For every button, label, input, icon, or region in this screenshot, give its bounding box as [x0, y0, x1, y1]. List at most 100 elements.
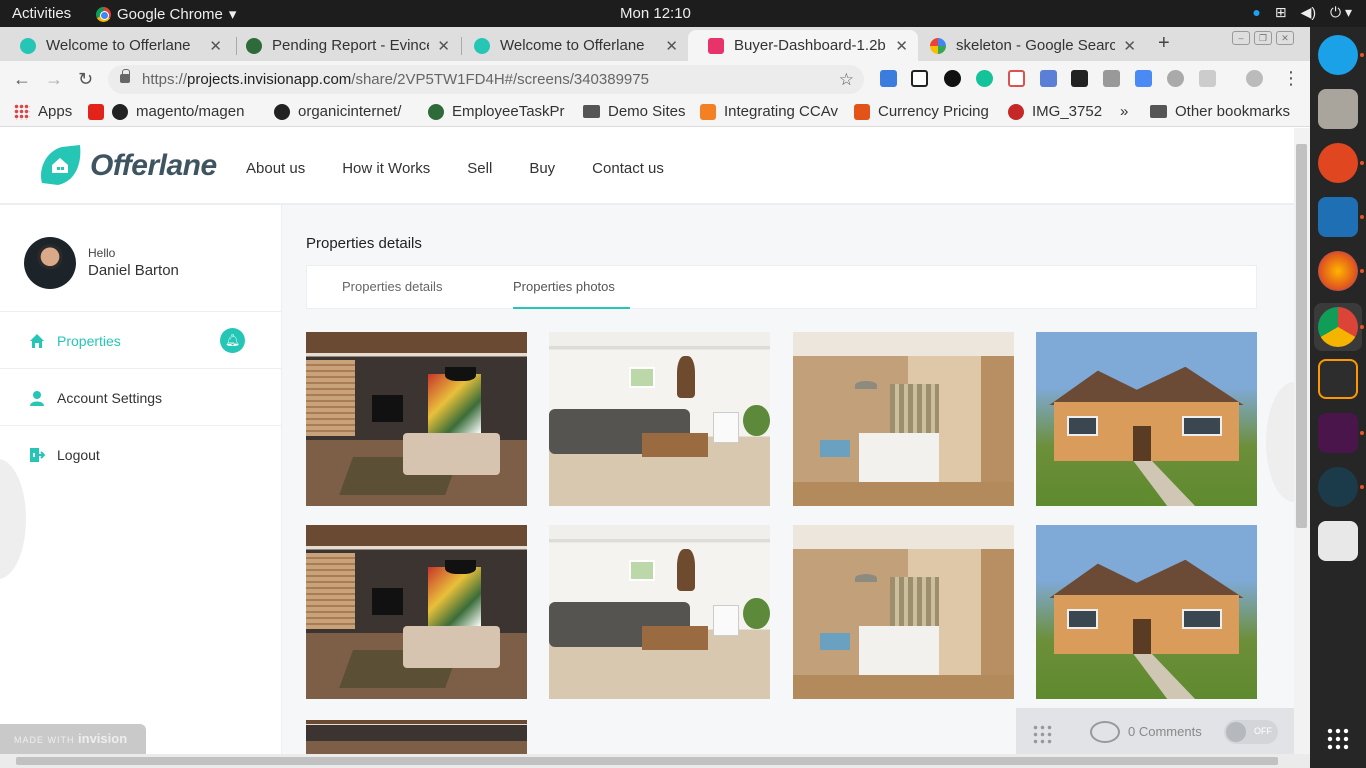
back-button[interactable]: ← [13, 69, 31, 90]
made-with-invision-badge[interactable]: MADE WITH invision [0, 724, 146, 754]
activities-button[interactable]: Activities [12, 5, 71, 22]
property-photo[interactable] [306, 332, 527, 506]
extension-icon[interactable] [1167, 70, 1184, 87]
property-photo[interactable] [549, 525, 770, 699]
avatar[interactable] [24, 237, 76, 289]
translate-icon[interactable] [1135, 70, 1152, 87]
comments-toggle[interactable]: OFF [1224, 720, 1278, 744]
logo-text: Offerlane [90, 149, 217, 182]
comments-count[interactable]: 0 Comments [1128, 724, 1202, 739]
sidebar-item-label: Properties [57, 332, 121, 349]
invision-comments-bar: 0 Comments OFF [1016, 708, 1294, 754]
bell-icon[interactable]: 🔔︎ [220, 328, 245, 353]
browser-tab[interactable]: Welcome to Offerlane ✕ [454, 30, 688, 61]
firefox-icon[interactable] [1318, 251, 1358, 291]
close-icon[interactable]: ✕ [895, 37, 908, 55]
bookmark-item[interactable]: Currency Pricing [854, 103, 994, 120]
browser-tab-active[interactable]: Buyer-Dashboard-1.2b ✕ [688, 30, 918, 61]
extension-icon[interactable] [1040, 70, 1057, 87]
skype-icon[interactable] [1318, 35, 1358, 75]
sublime-icon[interactable] [1318, 359, 1358, 399]
extension-icon[interactable] [880, 70, 897, 87]
system-tray[interactable]: ● ⊞ ◀) ⏻ ▾ [1252, 4, 1352, 21]
site-header: Offerlane About us How it Works Sell Buy… [0, 128, 1294, 205]
forward-button[interactable]: → [45, 69, 63, 90]
property-photo[interactable] [306, 525, 527, 699]
sidebar-item-properties[interactable]: Properties 🔔︎ [0, 313, 281, 369]
property-photo[interactable] [1036, 332, 1257, 506]
sidebar-item-account-settings[interactable]: Account Settings [0, 370, 281, 426]
bookmark-apps[interactable]: Apps [14, 103, 78, 120]
bookmark-item[interactable]: organicinternet/ [274, 103, 414, 120]
nav-sell[interactable]: Sell [467, 160, 492, 177]
tab-properties-photos[interactable]: Properties photos [513, 279, 615, 294]
files-icon[interactable] [1318, 89, 1358, 129]
bookmark-folder[interactable]: Demo Sites [583, 103, 693, 120]
postman-icon[interactable] [1318, 143, 1358, 183]
skype-tray-icon[interactable]: ● [1252, 4, 1260, 21]
address-bar[interactable]: https://projects.invisionapp.com/share/2… [108, 65, 864, 94]
property-photo[interactable] [549, 332, 770, 506]
new-tab-button[interactable]: + [1158, 32, 1170, 55]
bookmark-item[interactable]: IMG_3752 [1008, 103, 1108, 120]
vscode-icon[interactable] [1318, 197, 1358, 237]
other-bookmarks-folder[interactable]: Other bookmarks [1150, 103, 1300, 120]
grammarly-icon[interactable] [976, 70, 993, 87]
more-bookmarks-button[interactable]: » [1120, 103, 1134, 120]
nav-how-it-works[interactable]: How it Works [342, 160, 430, 177]
volume-icon[interactable]: ◀) [1301, 4, 1316, 21]
nav-buy[interactable]: Buy [529, 160, 555, 177]
property-photo[interactable] [306, 720, 527, 754]
slack-icon[interactable] [1318, 413, 1358, 453]
vertical-scrollbar[interactable] [1294, 128, 1310, 754]
browser-tab[interactable]: skeleton - Google Search ✕ [910, 30, 1146, 61]
nav-contact-us[interactable]: Contact us [592, 160, 664, 177]
extension-icon[interactable] [1008, 70, 1025, 87]
extension-icon[interactable] [911, 70, 928, 87]
close-icon[interactable]: ✕ [209, 37, 222, 55]
minimize-button[interactable]: – [1232, 31, 1250, 45]
extension-icon[interactable] [944, 70, 961, 87]
close-icon[interactable]: ✕ [437, 37, 450, 55]
power-icon[interactable]: ⏻ ▾ [1330, 4, 1352, 21]
camera-icon[interactable] [1103, 70, 1120, 87]
chrome-icon[interactable] [1318, 307, 1358, 347]
grid-menu-icon[interactable] [1032, 724, 1052, 744]
network-icon[interactable]: ⊞ [1275, 4, 1287, 21]
property-photo[interactable] [793, 332, 1014, 506]
comment-bubble-icon[interactable] [1090, 721, 1120, 743]
tab-properties-details[interactable]: Properties details [342, 279, 442, 294]
lock-icon [120, 69, 130, 83]
extension-icon[interactable] [1071, 70, 1088, 87]
image-icon [1008, 103, 1024, 120]
app-menu[interactable]: Google Chrome ▾ [96, 5, 236, 23]
gitkraken-icon[interactable] [1318, 467, 1358, 507]
close-window-button[interactable]: ✕ [1276, 31, 1294, 45]
browser-tab[interactable]: Welcome to Offerlane ✕ [0, 30, 232, 61]
bookmark-item[interactable]: magento/magen [88, 103, 258, 120]
bookmark-label: EmployeeTaskPr [452, 103, 565, 120]
nav-about-us[interactable]: About us [246, 160, 305, 177]
close-icon[interactable]: ✕ [1123, 37, 1136, 55]
property-photo[interactable] [1036, 525, 1257, 699]
bookmark-star-icon[interactable]: ☆ [839, 65, 854, 94]
bookmark-item[interactable]: Integrating CCAv [700, 103, 840, 120]
profile-avatar-icon[interactable] [1246, 70, 1263, 87]
show-applications-icon[interactable] [1326, 727, 1350, 751]
browser-tab[interactable]: Pending Report - Evince ✕ [226, 30, 460, 61]
close-icon[interactable]: ✕ [665, 37, 678, 55]
site-logo[interactable]: Offerlane [36, 143, 217, 189]
next-screen-hotspot[interactable] [1266, 382, 1294, 502]
clock[interactable]: Mon 12:10 [620, 5, 691, 22]
bookmark-label: Integrating CCAv [724, 103, 838, 120]
sidebar-item-logout[interactable]: Logout [0, 427, 281, 483]
horizontal-scrollbar[interactable] [0, 754, 1310, 768]
menu-dots-icon[interactable]: ⋮ [1282, 68, 1300, 89]
property-photo[interactable] [793, 525, 1014, 699]
maximize-button[interactable]: ❐ [1254, 31, 1272, 45]
software-center-icon[interactable] [1318, 521, 1358, 561]
tab-label: skeleton - Google Search [956, 37, 1116, 54]
bookmark-item[interactable]: EmployeeTaskPr [428, 103, 568, 120]
reload-button[interactable]: ↻ [78, 69, 93, 90]
extension-icon[interactable] [1199, 70, 1216, 87]
